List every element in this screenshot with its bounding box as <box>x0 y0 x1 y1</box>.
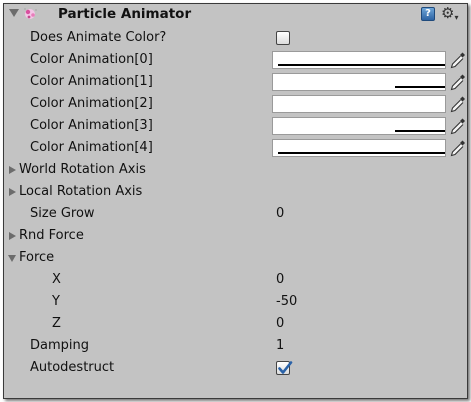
force-z-label: Z <box>52 316 61 331</box>
force-z-row: Z 0 <box>4 313 467 335</box>
eyedropper-icon[interactable] <box>450 73 466 91</box>
autodestruct-label: Autodestruct <box>30 360 115 375</box>
color-animation-row: Color Animation[4] <box>4 137 467 159</box>
eyedropper-icon[interactable] <box>450 117 466 135</box>
gear-icon[interactable]: ⚙▾ <box>441 4 458 27</box>
color-animation-label: Color Animation[2] <box>30 96 153 111</box>
color-animation-label: Color Animation[4] <box>30 140 153 155</box>
expand-arrow-icon[interactable] <box>9 232 16 240</box>
color-animation-row: Color Animation[3] <box>4 115 467 137</box>
force-y-label: Y <box>52 294 60 309</box>
color-animation-label: Color Animation[0] <box>30 52 153 67</box>
force-label: Force <box>19 250 55 265</box>
local-rotation-axis-label: Local Rotation Axis <box>19 184 143 199</box>
damping-label: Damping <box>30 338 89 353</box>
rnd-force-label: Rnd Force <box>19 228 84 243</box>
force-y-field[interactable]: -50 <box>276 291 297 313</box>
collapse-arrow-icon[interactable] <box>8 255 16 262</box>
alpha-bar <box>278 152 445 154</box>
eyedropper-icon[interactable] <box>450 95 466 113</box>
color-animation-label: Color Animation[3] <box>30 118 153 133</box>
does-animate-color-row: Does Animate Color? <box>4 27 467 49</box>
force-x-label: X <box>52 272 61 287</box>
color-swatch[interactable] <box>272 139 446 157</box>
color-swatch[interactable] <box>272 73 446 91</box>
force-x-field[interactable]: 0 <box>276 269 284 291</box>
expand-arrow-icon[interactable] <box>9 188 16 196</box>
color-animation-row: Color Animation[2] <box>4 93 467 115</box>
world-rotation-axis-label: World Rotation Axis <box>19 162 146 177</box>
alpha-bar <box>395 86 445 88</box>
particle-sparkle-icon <box>24 8 37 19</box>
size-grow-label: Size Grow <box>30 206 95 221</box>
rnd-force-foldout[interactable]: Rnd Force <box>4 225 467 247</box>
damping-field[interactable]: 1 <box>276 335 284 357</box>
component-header[interactable]: Particle Animator ? ⚙▾ <box>4 4 467 26</box>
autodestruct-row: Autodestruct <box>4 357 467 379</box>
size-grow-field[interactable]: 0 <box>276 203 284 225</box>
color-animation-label: Color Animation[1] <box>30 74 153 89</box>
force-foldout[interactable]: Force <box>4 247 467 269</box>
particle-animator-inspector: Particle Animator ? ⚙▾ Does Animate Colo… <box>3 3 468 399</box>
force-x-row: X 0 <box>4 269 467 291</box>
color-animation-row: Color Animation[1] <box>4 71 467 93</box>
local-rotation-axis-foldout[interactable]: Local Rotation Axis <box>4 181 467 203</box>
component-title: Particle Animator <box>58 6 192 22</box>
eyedropper-icon[interactable] <box>450 139 466 157</box>
color-animation-row: Color Animation[0] <box>4 49 467 71</box>
expand-arrow-icon[interactable] <box>9 166 16 174</box>
autodestruct-checkbox[interactable] <box>276 361 293 375</box>
eyedropper-icon[interactable] <box>450 51 466 69</box>
world-rotation-axis-foldout[interactable]: World Rotation Axis <box>4 159 467 181</box>
collapse-arrow-icon[interactable] <box>9 9 19 17</box>
help-book-icon[interactable]: ? <box>421 7 435 21</box>
damping-row: Damping 1 <box>4 335 467 357</box>
color-swatch[interactable] <box>272 117 446 135</box>
does-animate-color-label: Does Animate Color? <box>30 30 167 45</box>
does-animate-color-checkbox[interactable] <box>276 31 290 45</box>
alpha-bar <box>278 64 445 66</box>
alpha-bar <box>395 130 445 132</box>
color-swatch[interactable] <box>272 51 446 69</box>
color-swatch[interactable] <box>272 95 446 113</box>
force-y-row: Y -50 <box>4 291 467 313</box>
checkmark-icon <box>278 361 293 374</box>
size-grow-row: Size Grow 0 <box>4 203 467 225</box>
force-z-field[interactable]: 0 <box>276 313 284 335</box>
